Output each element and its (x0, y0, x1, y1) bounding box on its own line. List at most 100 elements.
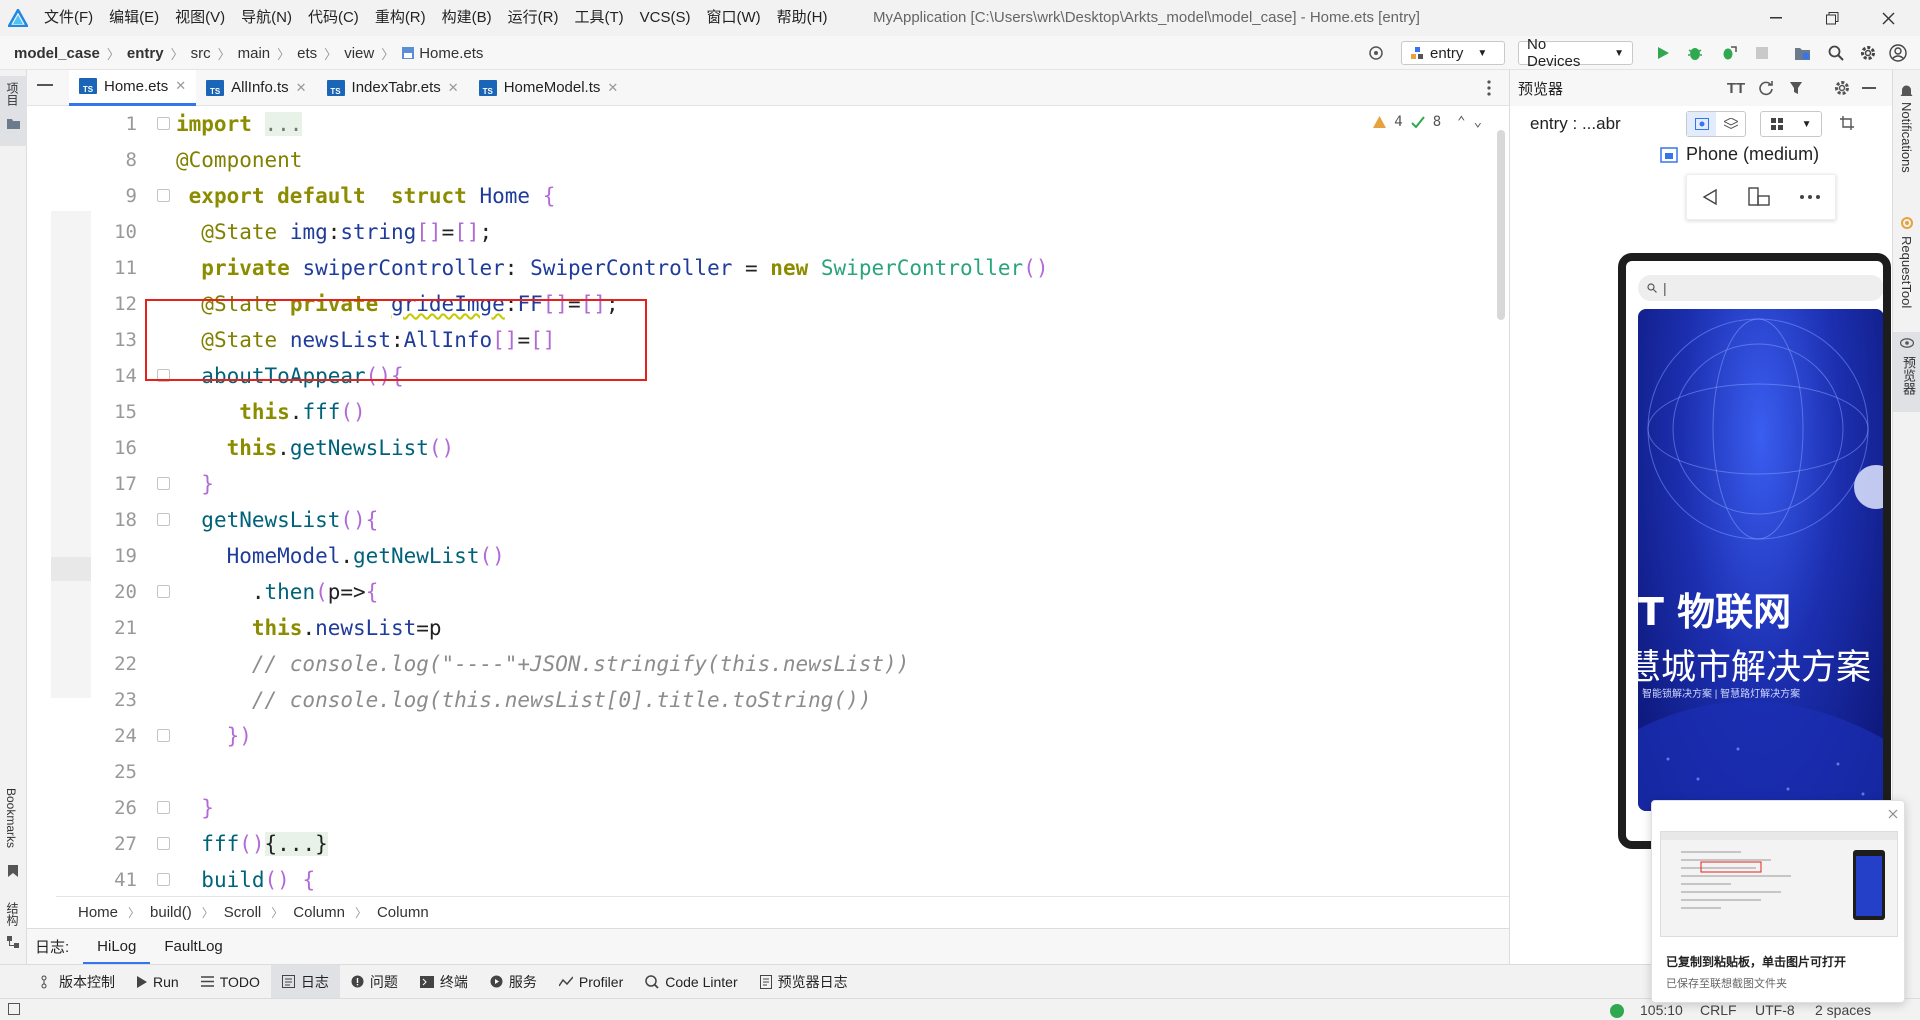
font-size-icon[interactable]: TT (1727, 79, 1745, 97)
menu-item[interactable]: 视图(V) (167, 0, 233, 36)
menu-item[interactable]: 编辑(E) (101, 0, 167, 36)
weak-warning-icon (1410, 116, 1425, 128)
close-tab-icon[interactable]: ✕ (607, 80, 618, 96)
line-separator[interactable]: CRLF (1700, 1002, 1737, 1018)
crumb-ets[interactable]: ets (297, 45, 317, 62)
menu-item[interactable]: 窗口(W) (698, 0, 768, 36)
tool-label: 日志 (300, 973, 329, 990)
menu-item[interactable]: 重构(R) (367, 0, 434, 36)
close-tab-icon[interactable]: ✕ (448, 80, 459, 96)
menu-item[interactable]: VCS(S) (632, 0, 699, 36)
tab-indextabr-ets[interactable]: TS IndexTabr.ets ✕ (317, 70, 469, 106)
close-tab-icon[interactable]: ✕ (175, 78, 186, 94)
hide-panel-icon[interactable] (1860, 79, 1878, 97)
menu-item[interactable]: 文件(F) (36, 0, 101, 36)
menu-item[interactable]: 运行(R) (500, 0, 567, 36)
device-select[interactable]: No Devices ▼ (1518, 36, 1633, 70)
crumb-project[interactable]: model_case (14, 45, 100, 62)
close-icon[interactable] (1888, 809, 1898, 819)
preview-mode-icon[interactable] (1687, 112, 1716, 136)
layers-icon[interactable] (1716, 112, 1745, 136)
hide-panel-icon[interactable] (37, 84, 53, 87)
file-encoding[interactable]: UTF-8 (1755, 1002, 1795, 1018)
tool-log[interactable]: 日志 (270, 964, 340, 999)
toggle-tool-windows-icon[interactable] (8, 1003, 20, 1015)
tool-window-bar: 版本控制 Run TODO 日志 问题 终端 服务 Profiler Code … (0, 964, 1920, 999)
tool-run[interactable]: Run (126, 965, 190, 999)
request-tool-label[interactable]: RequestTool (1899, 236, 1914, 308)
close-tab-icon[interactable]: ✕ (296, 80, 307, 96)
editor-scrollbar[interactable] (1497, 130, 1505, 320)
tool-problems[interactable]: 问题 (340, 965, 409, 999)
menu-item[interactable]: 代码(C) (300, 0, 367, 36)
search-icon[interactable] (1827, 44, 1845, 62)
attach-debugger-icon[interactable] (1720, 44, 1738, 62)
inspector-icon[interactable] (1787, 79, 1805, 97)
crop-icon[interactable] (1840, 116, 1854, 130)
target-icon[interactable] (1367, 44, 1385, 62)
tab-allinfo-ts[interactable]: TS AllInfo.ts ✕ (196, 70, 316, 106)
structure-crumb[interactable]: build() (150, 904, 192, 921)
terminal-icon (419, 975, 434, 988)
tab-homemodel-ts[interactable]: TS HomeModel.ts ✕ (469, 70, 629, 106)
preview-mode-toggle[interactable] (1686, 111, 1746, 137)
branch-icon (41, 975, 53, 989)
structure-crumb[interactable]: Column (293, 904, 345, 921)
settings-gear-icon[interactable] (1859, 44, 1877, 62)
more-options-icon[interactable] (1487, 80, 1491, 96)
indent-setting[interactable]: 2 spaces (1815, 1002, 1871, 1018)
minimize-window-button[interactable] (1748, 0, 1804, 36)
tool-services[interactable]: 服务 (479, 965, 548, 999)
tool-todo[interactable]: TODO (190, 965, 271, 999)
close-window-button[interactable] (1860, 0, 1916, 36)
refresh-icon[interactable] (1757, 79, 1775, 97)
previous-highlight-icon[interactable]: ⌃ (1457, 114, 1465, 130)
next-highlight-icon[interactable]: ⌄ (1474, 114, 1482, 130)
caret-position[interactable]: 105:10 (1640, 1002, 1683, 1018)
crumb-file[interactable]: Home.ets (419, 45, 483, 62)
crumb-main[interactable]: main (238, 45, 271, 62)
menu-item[interactable]: 导航(N) (233, 0, 300, 36)
tab-home-ets[interactable]: TS Home.ets ✕ (69, 69, 197, 106)
structure-crumb[interactable]: Home (78, 904, 118, 921)
menu-item[interactable]: 构建(B) (434, 0, 500, 36)
tool-previewer-log[interactable]: 预览器日志 (749, 965, 859, 999)
crumb-module[interactable]: entry (127, 45, 164, 62)
account-icon[interactable] (1889, 44, 1907, 62)
debug-icon[interactable] (1686, 44, 1704, 62)
screenshot-notification[interactable]: 已复制到粘贴板，单击图片可打开 已保存至联想截图文件夹 (1651, 800, 1905, 1003)
menu-item[interactable]: 帮助(H) (769, 0, 836, 36)
menu-item[interactable]: 工具(T) (566, 0, 631, 36)
crumb-src[interactable]: src (191, 45, 211, 62)
screenshot-thumbnail[interactable] (1660, 831, 1898, 937)
project-structure-icon[interactable] (1793, 44, 1811, 62)
structure-crumb[interactable]: Scroll (224, 904, 262, 921)
tab-faultlog[interactable]: FaultLog (150, 929, 236, 965)
swiper-banner[interactable]: T 物联网 慧城市解决方案 智能锁解决方案 | 智慧路灯解决方案 (1638, 309, 1883, 811)
stop-icon[interactable] (1753, 44, 1771, 62)
tool-version-control[interactable]: 版本控制 (30, 965, 126, 999)
run-icon[interactable] (1654, 44, 1672, 62)
notifications-tool-label[interactable]: Notifications (1899, 102, 1914, 173)
project-tool-button[interactable]: 项目 (0, 76, 27, 146)
module-select[interactable]: entry ▼ (1401, 41, 1505, 65)
bookmarks-tool-label[interactable]: Bookmarks (4, 788, 18, 848)
inspection-widget[interactable]: 4 8 ⌃ ⌄ (1373, 114, 1482, 130)
back-icon[interactable] (1701, 188, 1719, 206)
multi-device-select[interactable]: ▼ (1760, 111, 1822, 137)
crumb-view[interactable]: view (344, 45, 374, 62)
tab-hilog[interactable]: HiLog (83, 929, 151, 965)
code-editor[interactable]: 4 8 ⌃ ⌄ import ... @Component export def… (162, 106, 1500, 896)
previewer-target[interactable]: entry : ...abr (1530, 114, 1621, 134)
structure-crumb[interactable]: Column (377, 904, 429, 921)
structure-tool-label[interactable]: 结构 (4, 902, 21, 926)
maximize-window-button[interactable] (1804, 0, 1860, 36)
tool-terminal[interactable]: 终端 (409, 965, 479, 999)
tool-code-linter[interactable]: Code Linter (634, 965, 748, 999)
tool-profiler[interactable]: Profiler (548, 965, 634, 999)
settings-gear-icon[interactable] (1833, 79, 1851, 97)
rotate-device-icon[interactable] (1748, 187, 1770, 207)
app-search-input[interactable]: | (1638, 275, 1883, 301)
more-icon[interactable] (1799, 195, 1821, 199)
previewer-tool-button[interactable]: 预览器 (1893, 332, 1920, 412)
